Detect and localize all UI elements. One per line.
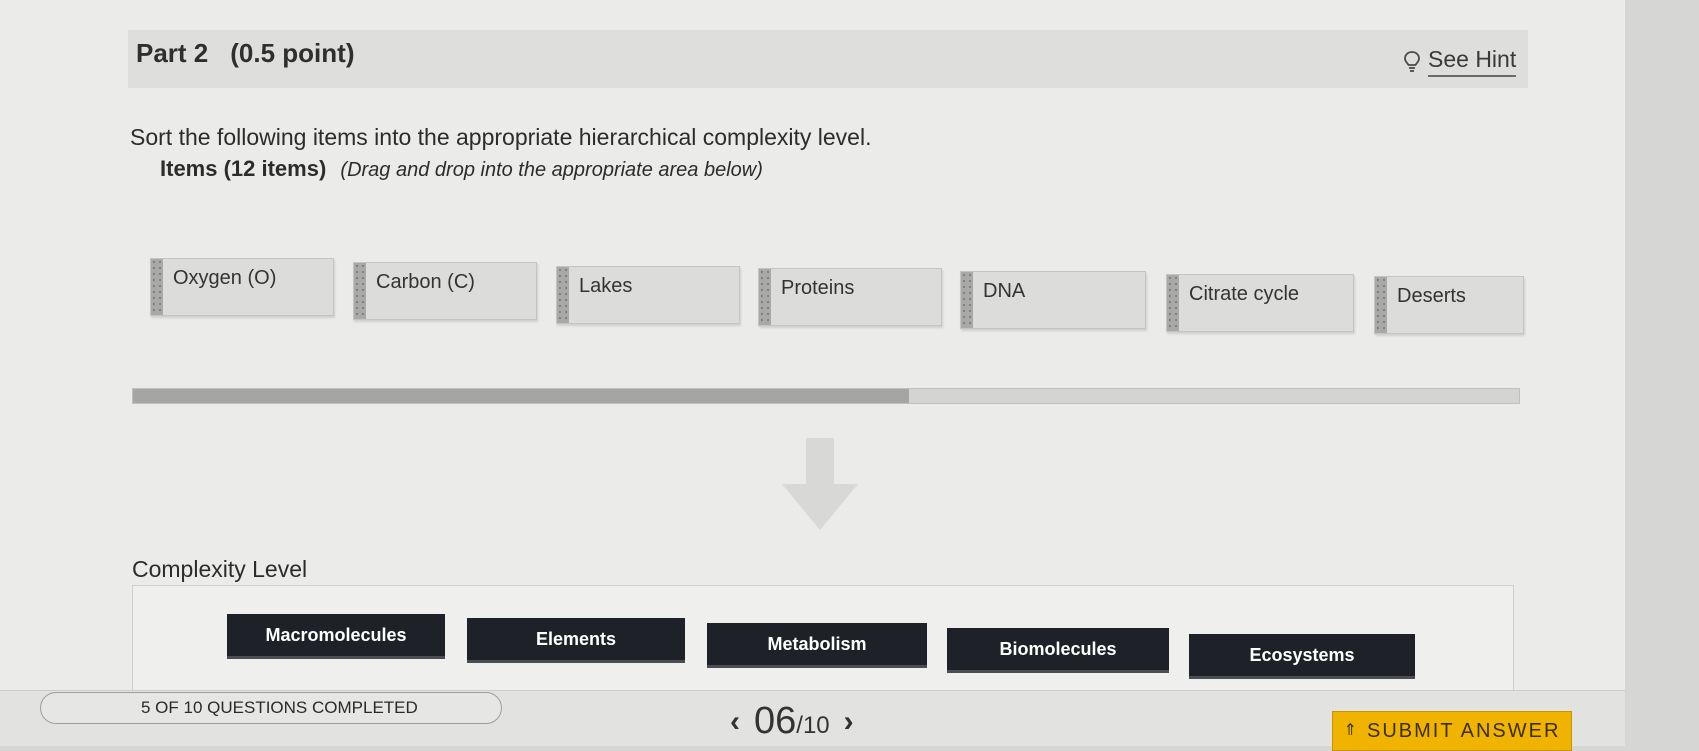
- question-counter: 06/10: [754, 700, 830, 743]
- submit-answer-label: SUBMIT ANSWER: [1366, 720, 1561, 742]
- drag-item-label: Oxygen (O): [173, 267, 277, 289]
- drag-handle-icon[interactable]: [759, 269, 771, 325]
- items-scrollbar[interactable]: [132, 388, 1520, 404]
- drag-item[interactable]: Oxygen (O): [150, 258, 334, 316]
- drag-item[interactable]: Deserts: [1374, 276, 1524, 334]
- down-arrow-icon: [782, 438, 858, 530]
- drag-item-label: Deserts: [1397, 285, 1466, 307]
- drag-handle-icon[interactable]: [1167, 275, 1179, 331]
- drag-handle-icon[interactable]: [557, 267, 569, 323]
- see-hint-link[interactable]: See Hint: [1404, 46, 1517, 77]
- bucket-metabolism[interactable]: Metabolism: [707, 623, 927, 668]
- current-question-number: 06: [754, 700, 797, 742]
- bucket-biomolecules[interactable]: Biomolecules: [947, 628, 1169, 673]
- complexity-level-label: Complexity Level: [132, 556, 308, 582]
- question-pager: ‹ 06/10 ›: [730, 700, 854, 743]
- up-arrow-icon: ⇑: [1343, 722, 1359, 739]
- drag-handle-icon[interactable]: [961, 272, 973, 328]
- next-question-button[interactable]: ›: [844, 705, 854, 739]
- drag-handle-icon[interactable]: [151, 259, 163, 315]
- scrollbar-thumb[interactable]: [133, 389, 910, 403]
- complexity-drop-zone[interactable]: Macromolecules Elements Metabolism Biomo…: [132, 585, 1514, 697]
- total-questions: /10: [796, 712, 830, 739]
- bucket-elements[interactable]: Elements: [467, 618, 685, 663]
- drag-item-label: Proteins: [781, 277, 855, 299]
- question-page: Part 2 (0.5 point) See Hint Sort the fol…: [0, 0, 1625, 751]
- drag-item-label: Carbon (C): [376, 271, 475, 293]
- drag-handle-icon[interactable]: [1375, 277, 1387, 333]
- submit-answer-button[interactable]: ⇑ SUBMIT ANSWER: [1332, 711, 1572, 751]
- bucket-ecosystems[interactable]: Ecosystems: [1189, 634, 1415, 679]
- questions-completed-status: 5 OF 10 QUESTIONS COMPLETED: [40, 692, 502, 724]
- drag-item[interactable]: Lakes: [556, 266, 740, 324]
- items-count: Items (12 items): [160, 156, 327, 181]
- drag-item-label: Lakes: [579, 275, 633, 297]
- drag-item[interactable]: Citrate cycle: [1166, 274, 1354, 332]
- items-note: (Drag and drop into the appropriate area…: [340, 159, 763, 181]
- part-title: Part 2 (0.5 point): [136, 38, 354, 69]
- see-hint-label[interactable]: See Hint: [1428, 46, 1517, 77]
- drag-item[interactable]: Proteins: [758, 268, 942, 326]
- lightbulb-icon: [1404, 50, 1420, 72]
- instructions-text: Sort the following items into the approp…: [130, 124, 872, 150]
- part-label: Part 2: [136, 38, 209, 68]
- prev-question-button[interactable]: ‹: [730, 705, 740, 739]
- drag-item[interactable]: DNA: [960, 271, 1146, 329]
- drag-item-label: DNA: [983, 280, 1026, 302]
- part-points: (0.5 point): [230, 38, 355, 68]
- items-header: Items (12 items) (Drag and drop into the…: [160, 156, 763, 182]
- drag-item[interactable]: Carbon (C): [353, 262, 537, 320]
- drag-item-label: Citrate cycle: [1189, 283, 1300, 305]
- drag-handle-icon[interactable]: [354, 263, 366, 319]
- bucket-macromolecules[interactable]: Macromolecules: [227, 614, 445, 659]
